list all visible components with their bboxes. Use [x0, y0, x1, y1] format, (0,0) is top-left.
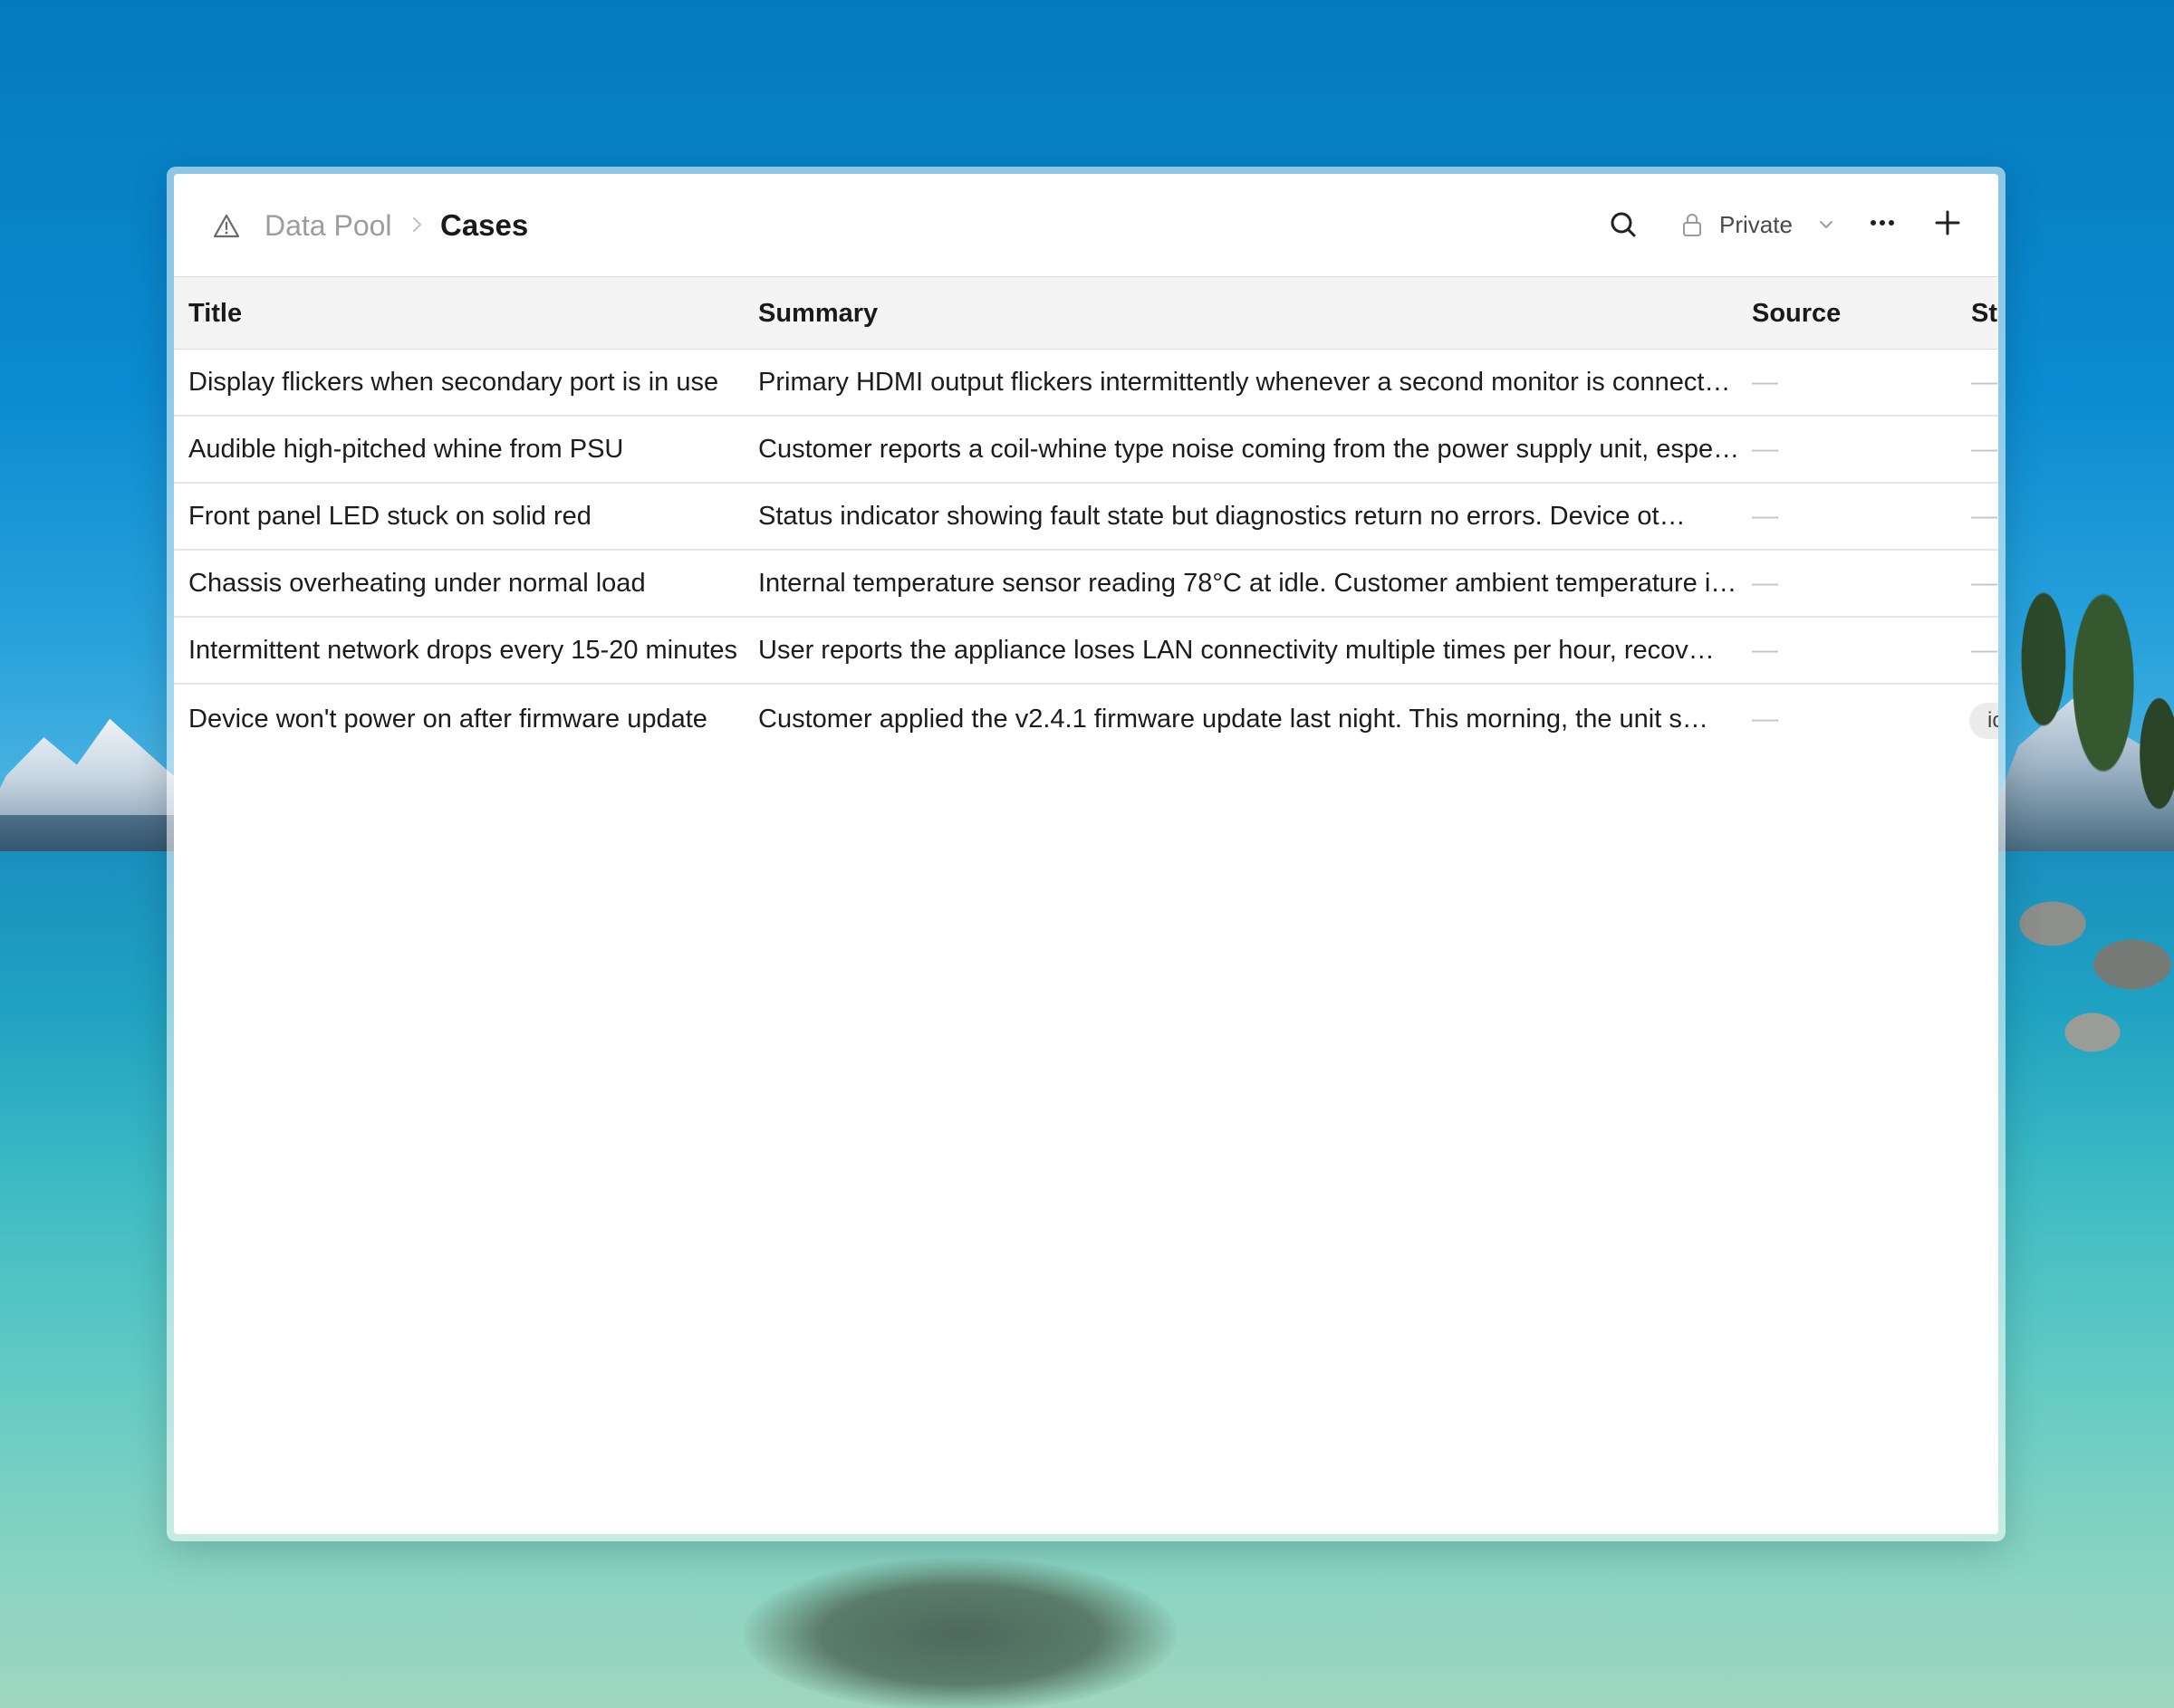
- cell-summary: Customer applied the v2.4.1 firmware upd…: [758, 705, 1708, 734]
- column-header-title[interactable]: Title: [188, 277, 242, 350]
- cell-source: —: [1752, 368, 1778, 397]
- column-header-status[interactable]: Sta: [1971, 277, 1998, 350]
- visibility-label: Private: [1719, 211, 1793, 238]
- cell-summary: Internal temperature sensor reading 78°C…: [758, 569, 1737, 598]
- cell-status: —: [1971, 502, 1997, 531]
- table-header: Title Summary Source Sta: [174, 277, 1998, 350]
- cell-title: Intermittent network drops every 15-20 m…: [188, 636, 738, 665]
- warning-triangle-icon: [212, 212, 241, 241]
- cell-summary: User reports the appliance loses LAN con…: [758, 636, 1715, 665]
- lock-icon: [1678, 210, 1707, 239]
- chevron-right-icon: [406, 214, 428, 235]
- cell-summary: Primary HDMI output flickers intermitten…: [758, 368, 1731, 397]
- cell-status: —: [1971, 569, 1997, 598]
- page-title: Cases: [440, 208, 529, 242]
- cell-source: —: [1752, 435, 1778, 464]
- cell-title: Chassis overheating under normal load: [188, 569, 646, 598]
- cell-summary: Status indicator showing fault state but…: [758, 502, 1686, 531]
- search-icon[interactable]: [1605, 206, 1641, 243]
- cell-title: Device won't power on after firmware upd…: [188, 705, 707, 734]
- status-badge[interactable]: ic: [1969, 703, 1998, 739]
- cell-title: Audible high-pitched whine from PSU: [188, 435, 624, 464]
- table-row[interactable]: Intermittent network drops every 15-20 m…: [174, 618, 1998, 685]
- cell-source: —: [1752, 705, 1778, 734]
- toolbar: Data Pool Cases Private: [174, 174, 1998, 277]
- visibility-dropdown[interactable]: Private: [1678, 201, 1837, 248]
- cell-status: —: [1971, 368, 1997, 397]
- wallpaper-rocks: [1993, 815, 2174, 1087]
- cell-source: —: [1752, 502, 1778, 531]
- plus-icon[interactable]: [1929, 205, 1966, 241]
- table-row[interactable]: Front panel LED stuck on solid red Statu…: [174, 484, 1998, 551]
- cell-source: —: [1752, 636, 1778, 665]
- more-horizontal-icon[interactable]: [1864, 205, 1900, 241]
- chevron-down-icon: [1815, 214, 1837, 235]
- cell-title: Display flickers when secondary port is …: [188, 368, 719, 397]
- table-row[interactable]: Audible high-pitched whine from PSU Cust…: [174, 417, 1998, 484]
- column-header-summary[interactable]: Summary: [758, 277, 878, 350]
- cell-status: —: [1971, 636, 1997, 665]
- cell-source: —: [1752, 569, 1778, 598]
- column-header-source[interactable]: Source: [1752, 277, 1841, 350]
- app-window: Data Pool Cases Private Title Summary So…: [174, 174, 1998, 1534]
- cell-status: —: [1971, 435, 1997, 464]
- wallpaper-water-rock: [743, 1558, 1178, 1708]
- table-row[interactable]: Chassis overheating under normal load In…: [174, 551, 1998, 618]
- table-row[interactable]: Device won't power on after firmware upd…: [174, 686, 1998, 753]
- cell-title: Front panel LED stuck on solid red: [188, 502, 592, 531]
- table-row[interactable]: Display flickers when secondary port is …: [174, 350, 1998, 417]
- breadcrumb-parent[interactable]: Data Pool: [265, 205, 392, 246]
- cell-summary: Customer reports a coil-whine type noise…: [758, 435, 1740, 464]
